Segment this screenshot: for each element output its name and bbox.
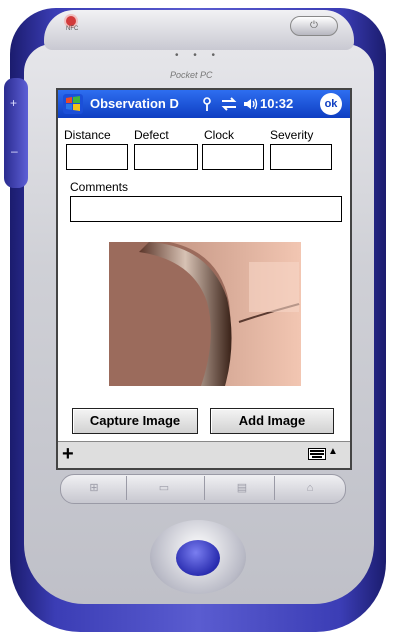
clock-label: Clock — [204, 128, 235, 142]
start-flag-icon[interactable] — [62, 93, 84, 115]
contacts-icon[interactable]: ▭ — [144, 478, 184, 498]
screen: Observation D 10:32 ok Distance Defect C… — [56, 88, 352, 470]
severity-label: Severity — [270, 128, 314, 142]
nfc-label: NFC — [66, 26, 79, 32]
title-bar: Observation D 10:32 ok — [58, 90, 350, 118]
distance-label: Distance — [64, 128, 111, 142]
window-title: Observation D — [90, 96, 179, 111]
home-icon[interactable]: ⌂ — [290, 478, 330, 498]
command-bar: + ▲ — [58, 441, 350, 468]
signal-icon[interactable] — [200, 96, 214, 112]
defect-input[interactable] — [134, 144, 198, 170]
input-menu-arrow-icon[interactable]: ▲ — [328, 446, 338, 457]
comments-label: Comments — [70, 180, 129, 194]
capture-image-button[interactable]: Capture Image — [72, 408, 198, 434]
power-button[interactable]: ⏻ — [290, 16, 338, 36]
new-button[interactable]: + — [62, 444, 74, 464]
add-image-button[interactable]: Add Image — [210, 408, 334, 434]
brand-label: Pocket PC — [170, 70, 213, 80]
defect-label: Defect — [134, 128, 169, 142]
inbox-icon[interactable]: ▤ — [222, 478, 262, 498]
divider — [204, 476, 205, 500]
comments-input[interactable] — [70, 196, 342, 222]
keyboard-icon[interactable] — [308, 448, 326, 460]
speaker-grille: • • • — [175, 50, 222, 61]
ok-button[interactable]: ok — [320, 93, 342, 115]
sync-icon[interactable] — [220, 96, 238, 112]
volume-rocker[interactable] — [4, 78, 28, 188]
divider — [126, 476, 127, 500]
speaker-icon[interactable] — [242, 96, 260, 112]
severity-input[interactable] — [270, 144, 332, 170]
inspection-photo — [109, 242, 301, 386]
distance-input[interactable] — [66, 144, 128, 170]
calendar-icon[interactable]: ⊞ — [74, 478, 114, 498]
volume-down-icon[interactable]: – — [11, 144, 18, 158]
divider — [274, 476, 275, 500]
volume-up-icon[interactable]: + — [10, 96, 17, 110]
clock[interactable]: 10:32 — [260, 96, 293, 111]
clock-input[interactable] — [202, 144, 264, 170]
dpad-center-button[interactable] — [176, 540, 220, 576]
nfc-indicator-icon — [66, 16, 76, 26]
